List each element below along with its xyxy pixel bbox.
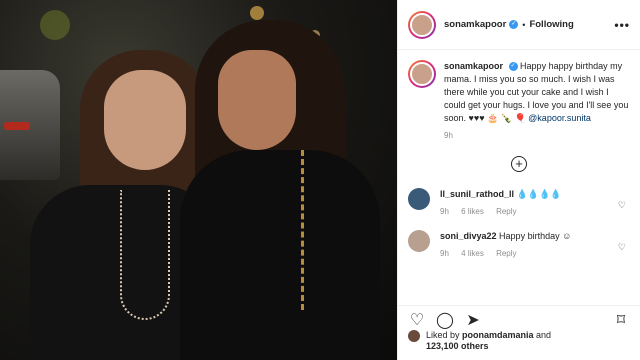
comment-likes[interactable]: 4 likes [461,249,484,258]
liker-username[interactable]: poonamdamania [462,330,534,340]
liker-avatar[interactable] [408,330,420,342]
load-more-comments-icon[interactable]: + [511,156,527,172]
comment-likes[interactable]: 6 likes [461,207,484,216]
reply-button[interactable]: Reply [496,249,516,258]
share-send-icon[interactable]: ➤ [462,310,484,332]
post-header: sonamkapoor ✓ • Following ••• [398,0,640,50]
comment-1: ll_sunil_rathod_ll 💧💧💧💧 9h 6 likes Reply… [398,188,640,218]
reply-button[interactable]: Reply [496,207,516,216]
comment-like-icon[interactable]: ♡ [618,200,626,211]
post-photo[interactable] [0,0,397,360]
comment-text: 💧💧💧💧 [516,189,562,199]
caption-time: 9h [444,131,453,140]
comment-username[interactable]: ll_sunil_rathod_ll [440,189,514,199]
avatar[interactable] [408,10,436,39]
caption: sonamkapoor ✓ Happy happy birthday my ma… [398,50,640,125]
comment-text: Happy birthday ☺ [499,231,572,241]
likes-count[interactable]: 123,100 others [426,341,489,351]
comment-avatar[interactable] [408,188,430,210]
more-options-icon[interactable]: ••• [614,18,630,32]
instagram-post: sonamkapoor ✓ • Following ••• sonamkapoo… [0,0,640,360]
caption-avatar[interactable] [408,60,436,88]
likes-summary: Liked by poonamdamania and 123,100 other… [408,330,551,352]
comment-time: 9h [440,207,449,216]
comment-2: soni_divya22 Happy birthday ☺ 9h 4 likes… [398,230,640,260]
verified-badge-icon: ✓ [509,20,519,29]
post-sidebar: sonamkapoor ✓ • Following ••• sonamkapoo… [397,0,640,360]
likes-prefix: Liked by [426,330,463,340]
caption-username[interactable]: sonamkapoor [444,61,503,71]
likes-and: and [533,330,552,340]
header-username[interactable]: sonamkapoor [444,19,506,30]
comment-time: 9h [440,249,449,258]
like-heart-icon[interactable]: ♡ [406,310,428,332]
caption-mention[interactable]: @kapoor.sunita [528,113,591,123]
comment-avatar[interactable] [408,230,430,252]
comment-like-icon[interactable]: ♡ [618,242,626,253]
following-button[interactable]: Following [529,19,573,30]
save-bookmark-icon[interactable]: ⌑ [610,310,632,332]
verified-badge-icon: ✓ [508,62,518,72]
comment-username[interactable]: soni_divya22 [440,231,497,241]
comment-bubble-icon[interactable]: ◯ [434,310,456,332]
separator: • [522,19,526,30]
